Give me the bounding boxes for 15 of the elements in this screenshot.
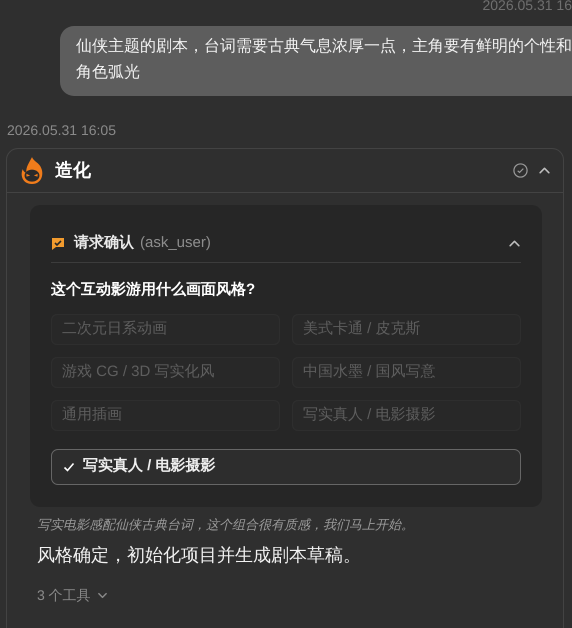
check-circle-icon: [513, 163, 528, 178]
message-check-icon: [51, 236, 65, 250]
agent-name: 造化: [55, 159, 91, 182]
message-time: 2026.05.31 16:05: [7, 121, 116, 140]
question-text: 这个互动影游用什么画面风格?: [51, 280, 256, 300]
tool-name: (ask_user): [140, 233, 211, 254]
answer-text: 写实真人 / 电影摄影: [83, 456, 216, 476]
message-time: 2026.05.31 16: [482, 0, 572, 9]
user-message-bubble: 仙侠主题的剧本，台词需要古典气息浓厚一点，主角要有鲜明的个性和角色弧光: [60, 26, 572, 96]
body-text: 风格确定，初始化项目并生成剧本草稿。: [37, 544, 362, 567]
tools-toggle[interactable]: 3 个工具: [37, 585, 108, 606]
flame-face-icon: [19, 156, 45, 186]
note-text: 写实电影感配仙侠古典台词，这个组合很有质感，我们马上开始。: [37, 516, 415, 534]
expand-chevron-icon[interactable]: [96, 590, 108, 601]
tool-title: 请求确认: [74, 233, 134, 254]
